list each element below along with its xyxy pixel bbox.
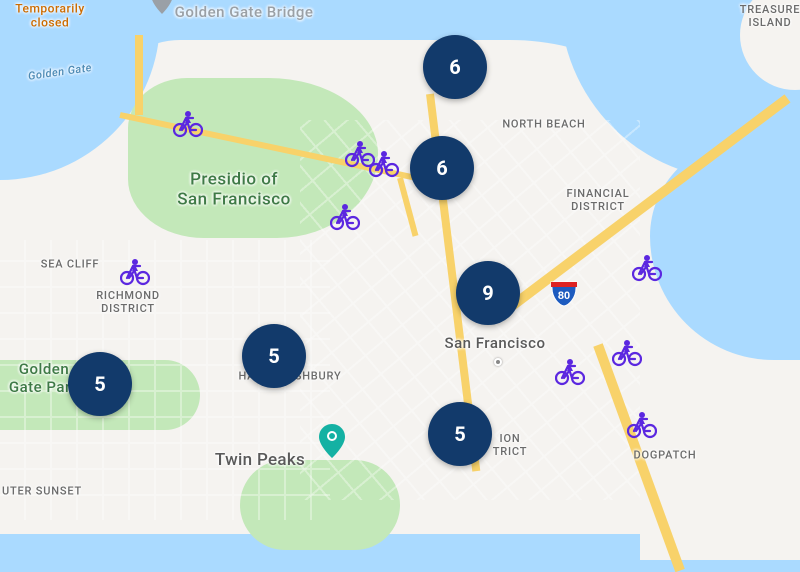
city-dot-sf bbox=[494, 358, 502, 366]
map-canvas[interactable]: Golden Gate Bridge Temporarily closed Go… bbox=[0, 0, 800, 534]
poi-pin-twin-peaks[interactable] bbox=[319, 424, 345, 458]
label-dogpatch: DOGPATCH bbox=[633, 448, 696, 461]
cluster-marker[interactable]: 5 bbox=[428, 402, 492, 466]
label-presidio: Presidio of San Francisco bbox=[177, 170, 291, 211]
label-mission-frag: ION TRICT bbox=[493, 432, 527, 458]
bike-marker[interactable] bbox=[369, 150, 399, 178]
bike-marker[interactable] bbox=[173, 110, 203, 138]
label-richmond: RICHMOND DISTRICT bbox=[96, 289, 160, 315]
label-twin-peaks: Twin Peaks bbox=[215, 450, 305, 470]
hwy-101 bbox=[135, 35, 143, 115]
label-north-beach: NORTH BEACH bbox=[502, 117, 585, 130]
label-temp-closed: Temporarily closed bbox=[15, 2, 84, 31]
label-golden-gate-bridge: Golden Gate Bridge bbox=[175, 3, 314, 21]
bike-marker[interactable] bbox=[555, 358, 585, 386]
label-financial: FINANCIAL DISTRICT bbox=[566, 187, 629, 213]
bike-marker[interactable] bbox=[612, 339, 642, 367]
label-treasure-island: TREASURE ISLAND bbox=[740, 3, 800, 29]
hwy-shield-80: 80 bbox=[549, 278, 579, 308]
bike-marker[interactable] bbox=[120, 258, 150, 286]
label-sea-cliff: SEA CLIFF bbox=[41, 257, 99, 270]
cluster-marker[interactable]: 6 bbox=[423, 35, 487, 99]
bike-marker[interactable] bbox=[627, 411, 657, 439]
svg-text:80: 80 bbox=[558, 290, 570, 302]
cluster-marker[interactable]: 5 bbox=[68, 352, 132, 416]
cluster-marker[interactable]: 5 bbox=[242, 324, 306, 388]
label-san-francisco: San Francisco bbox=[444, 334, 545, 352]
cluster-marker[interactable]: 9 bbox=[456, 261, 520, 325]
poi-pin-golden-gate[interactable] bbox=[151, 0, 173, 14]
label-outer-sunset: UTER SUNSET bbox=[2, 484, 82, 497]
cluster-marker[interactable]: 6 bbox=[410, 136, 474, 200]
bike-marker[interactable] bbox=[330, 203, 360, 231]
bike-marker[interactable] bbox=[632, 254, 662, 282]
